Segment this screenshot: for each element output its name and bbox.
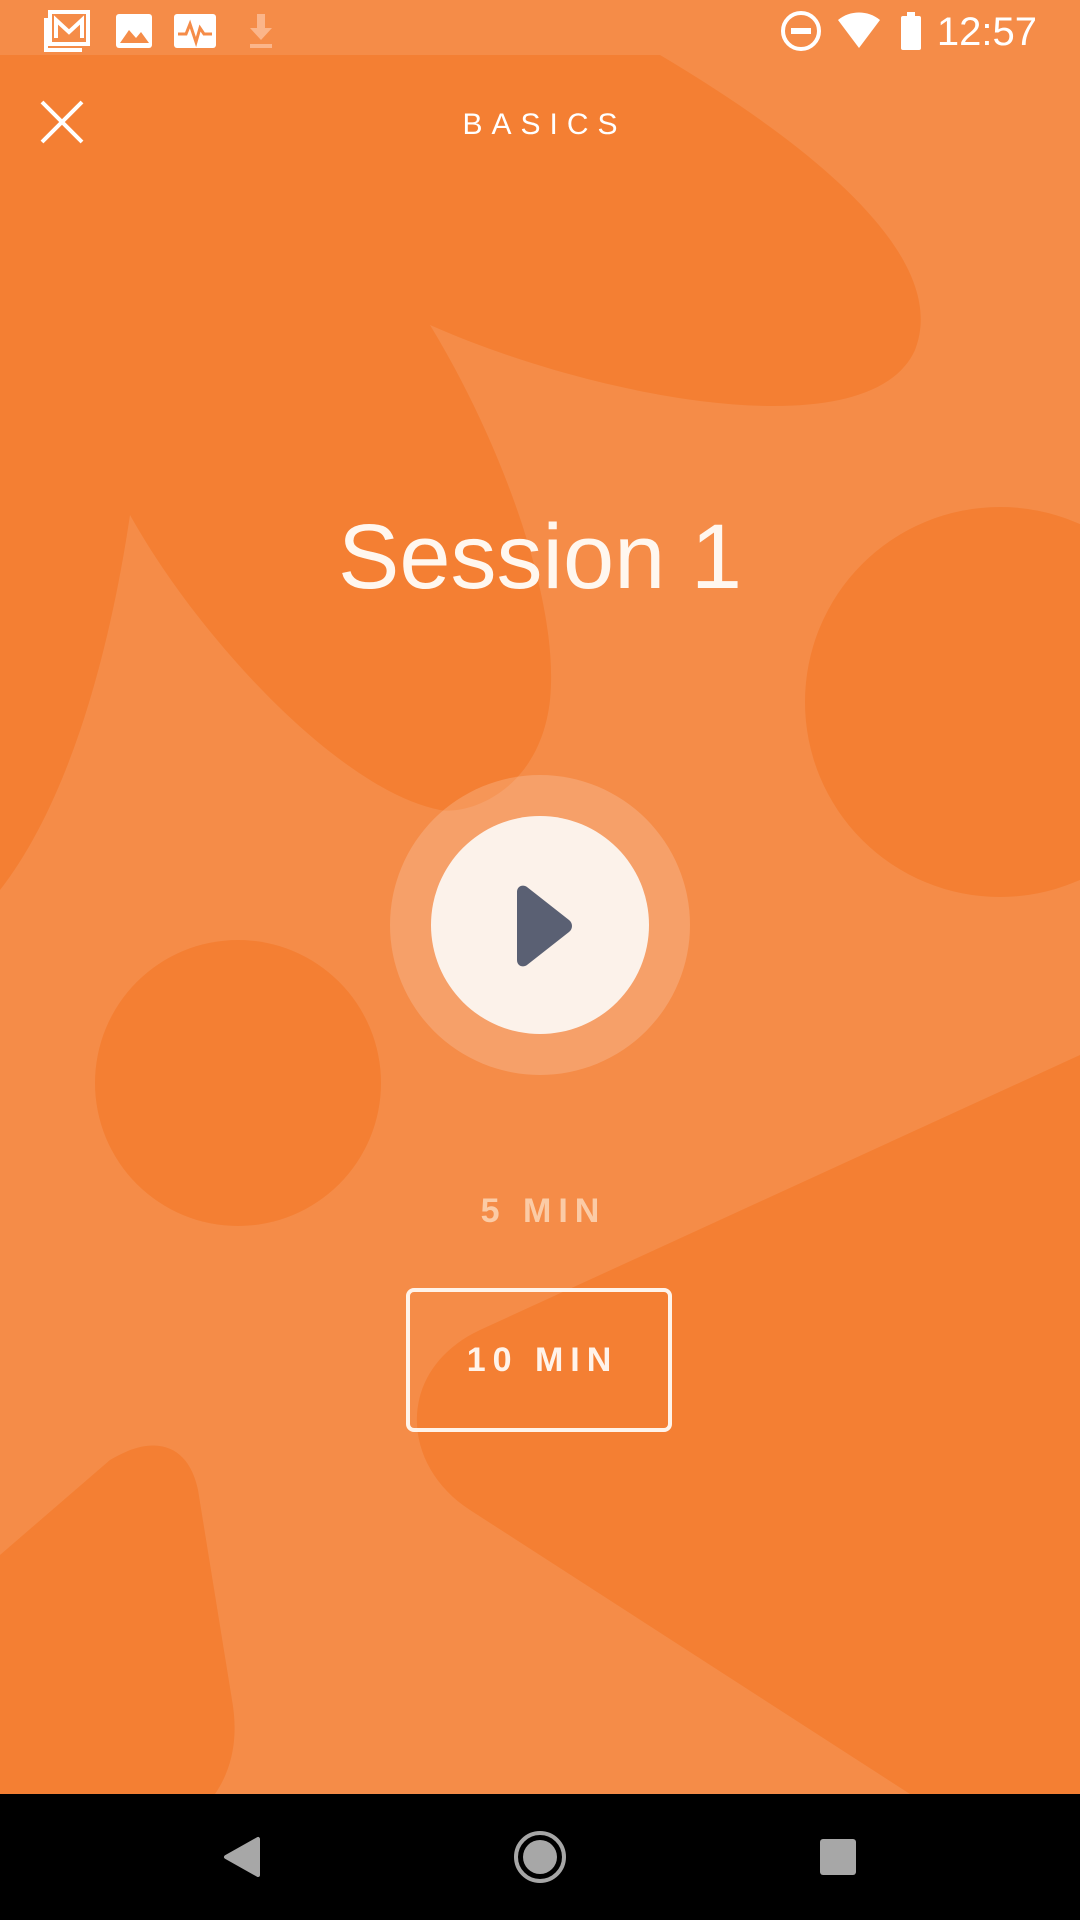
battery-icon bbox=[901, 12, 921, 50]
recents-icon[interactable] bbox=[808, 1827, 868, 1887]
duration-option-5-min[interactable]: 5 MIN bbox=[0, 1192, 1080, 1231]
wifi-icon bbox=[838, 12, 880, 48]
gallery-icon bbox=[116, 14, 152, 48]
session-screen: 12:57 BASICS Session 1 5 MIN 10 MIN bbox=[0, 0, 1080, 1920]
status-bar: 12:57 bbox=[0, 0, 1080, 63]
bg-petal-shape bbox=[0, 1445, 235, 1794]
home-icon[interactable] bbox=[510, 1827, 570, 1887]
course-title: BASICS bbox=[462, 108, 627, 141]
session-title: Session 1 bbox=[337, 505, 743, 608]
system-nav-bar bbox=[0, 1794, 1080, 1920]
duration-option-10-min[interactable]: 10 MIN bbox=[406, 1288, 672, 1432]
download-icon bbox=[250, 14, 272, 48]
play-icon[interactable] bbox=[507, 884, 587, 968]
back-icon[interactable] bbox=[212, 1827, 272, 1887]
duration-option-10-min-label: 10 MIN bbox=[466, 1340, 619, 1379]
gmail-icon bbox=[44, 10, 90, 52]
activity-icon bbox=[174, 14, 216, 48]
bg-circle-left bbox=[95, 940, 381, 1226]
bg-leaf-shape bbox=[0, 55, 921, 890]
play-button[interactable] bbox=[431, 816, 649, 1034]
do-not-disturb-icon bbox=[781, 11, 821, 51]
status-time: 12:57 bbox=[936, 10, 1037, 54]
